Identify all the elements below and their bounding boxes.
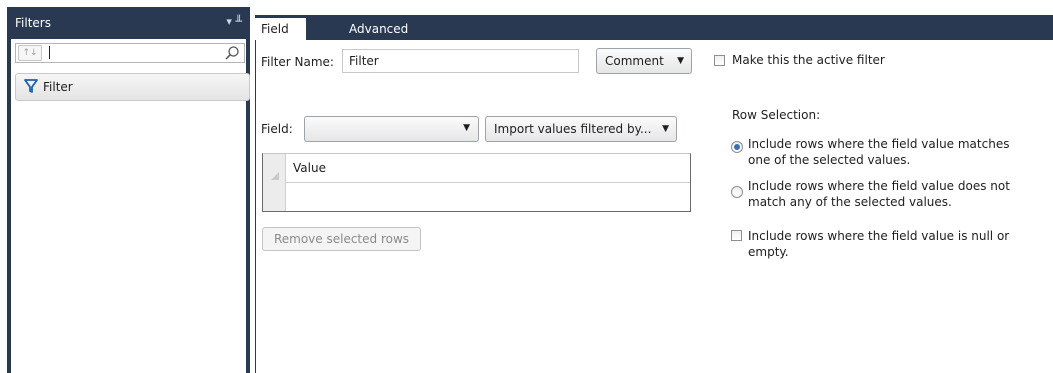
comment-button-label: Comment bbox=[605, 54, 664, 68]
search-icon[interactable] bbox=[224, 45, 240, 61]
radio-include-nonmatching[interactable] bbox=[731, 186, 743, 198]
radio-include-matching[interactable] bbox=[731, 141, 743, 153]
remove-selected-rows-button[interactable]: Remove selected rows bbox=[262, 227, 421, 251]
row-selection-label: Row Selection: bbox=[732, 108, 821, 122]
make-active-checkbox[interactable] bbox=[714, 55, 725, 66]
grid-row-header[interactable] bbox=[263, 182, 286, 211]
import-values-label: Import values filtered by... bbox=[494, 122, 652, 136]
filter-name-label: Filter Name: bbox=[261, 55, 334, 69]
filters-panel-title: Filters bbox=[15, 16, 51, 30]
filter-list-item[interactable]: Filter bbox=[15, 73, 250, 101]
app-frame: Filters ▾ ╨ ↑↓ Filter Field Values bbox=[0, 0, 1053, 373]
field-label: Field: bbox=[261, 122, 293, 136]
radio-include-matching-label: Include rows where the field value match… bbox=[748, 137, 1010, 167]
filter-list-item-label: Filter bbox=[43, 80, 73, 94]
make-active-label: Make this the active filter bbox=[732, 53, 885, 67]
pin-icon[interactable]: ▾ ╨ bbox=[226, 15, 242, 28]
chevron-down-icon: ▼ bbox=[463, 123, 470, 133]
field-dropdown[interactable]: ▼ bbox=[304, 116, 479, 142]
filter-funnel-icon bbox=[24, 79, 38, 93]
grid-corner[interactable] bbox=[263, 154, 286, 182]
include-null-label: Include rows where the field value is nu… bbox=[748, 229, 1010, 259]
sort-button[interactable]: ↑↓ bbox=[18, 45, 42, 61]
include-null-checkbox[interactable] bbox=[731, 230, 742, 241]
field-values-content: Filter Name: Filter Comment ▼ Make this … bbox=[256, 40, 1053, 373]
grid-column-header[interactable]: Value bbox=[286, 154, 690, 183]
tab-advanced[interactable]: Advanced bbox=[343, 18, 414, 40]
filters-panel-header: Filters ▾ ╨ bbox=[7, 7, 250, 39]
filters-panel: Filters ▾ ╨ ↑↓ Filter bbox=[7, 7, 250, 373]
tab-field-values[interactable]: Field Values bbox=[255, 18, 307, 58]
comment-button[interactable]: Comment ▼ bbox=[596, 48, 692, 74]
value-column-label: Value bbox=[293, 161, 326, 175]
filters-list-area: ↑↓ Filter bbox=[11, 39, 250, 373]
chevron-down-icon: ▼ bbox=[677, 56, 684, 66]
text-caret bbox=[49, 46, 50, 59]
filter-search-box[interactable]: ↑↓ bbox=[15, 43, 245, 63]
filter-name-input[interactable]: Filter bbox=[342, 49, 579, 73]
values-grid[interactable]: Value bbox=[262, 153, 691, 212]
chevron-down-icon: ▼ bbox=[662, 124, 669, 134]
filter-editor-panel: Field Values Advanced Filter Name: Filte… bbox=[255, 15, 1053, 373]
radio-include-nonmatching-label: Include rows where the field value does … bbox=[748, 179, 1010, 209]
select-all-icon bbox=[271, 172, 279, 180]
import-values-button[interactable]: Import values filtered by... ▼ bbox=[485, 116, 677, 142]
